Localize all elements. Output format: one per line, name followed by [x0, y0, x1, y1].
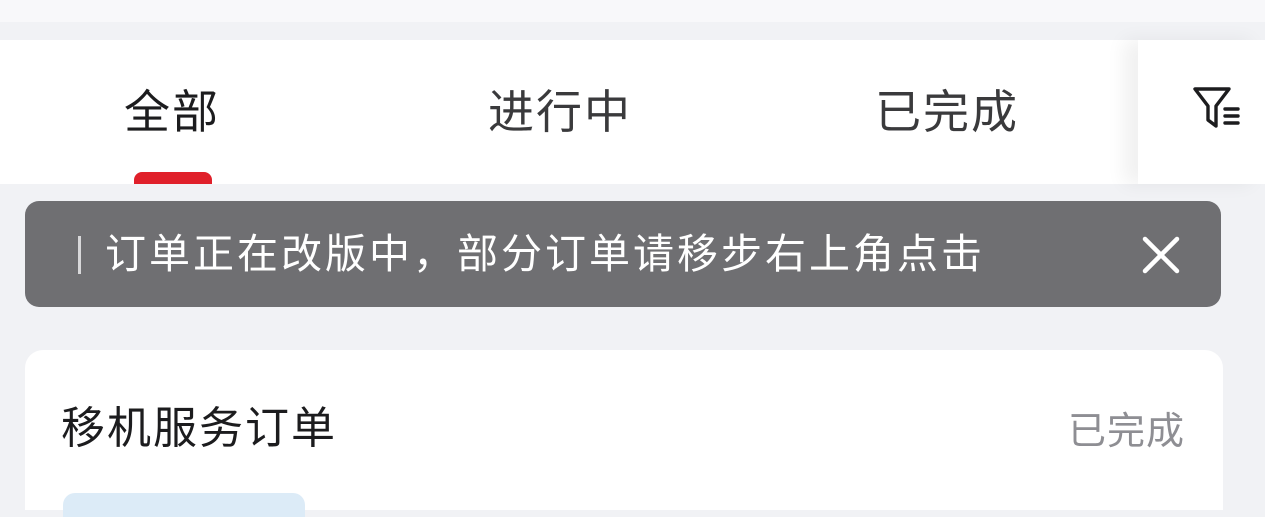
notice-toast: 订单正在改版中，部分订单请移步右上角点击 [25, 201, 1221, 307]
order-status: 已完成 [1067, 409, 1185, 453]
notice-close-button[interactable] [1133, 227, 1189, 283]
tab-in-progress[interactable]: 进行中 [465, 40, 655, 184]
order-tag [63, 493, 305, 517]
active-tab-indicator [134, 172, 212, 184]
order-card[interactable]: 移机服务订单 已完成 [25, 350, 1223, 517]
close-icon [1142, 236, 1180, 274]
tab-all[interactable]: 全部 [100, 40, 244, 184]
filter-icon [1192, 87, 1240, 128]
notice-text: 订单正在改版中，部分订单请移步右上角点击 [105, 230, 985, 278]
top-strip [0, 0, 1265, 22]
filter-button[interactable] [1138, 40, 1265, 184]
notice-scroll-edge [78, 236, 81, 274]
order-tabbar: 全部 进行中 已完成 [0, 40, 1265, 184]
tab-completed[interactable]: 已完成 [852, 40, 1042, 184]
order-title: 移机服务订单 [61, 403, 337, 454]
